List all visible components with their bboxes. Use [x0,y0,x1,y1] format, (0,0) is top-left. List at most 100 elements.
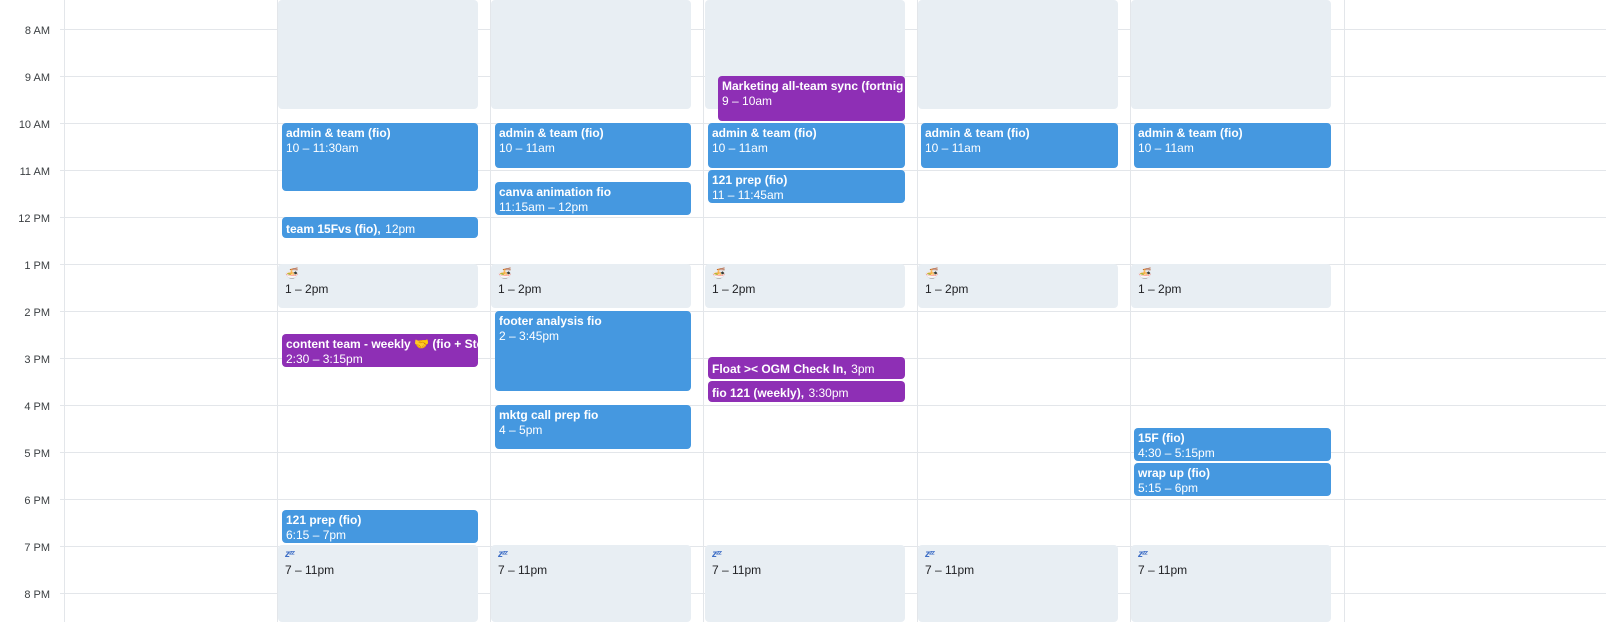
event-time: 11 – 11:45am [712,188,784,202]
lunch-blocked-time[interactable]: 🍜 1 – 2pm [705,264,905,308]
event-canva-animation[interactable]: canva animation fio 11:15am – 12pm [495,182,691,215]
sleep-blocked-time[interactable]: zᶻᶻ 7 – 11pm [278,545,478,622]
time-label: 12 PM [18,213,50,225]
event-fio-121-weekly[interactable]: fio 121 (weekly), 3:30pm [708,381,905,402]
time-label: 4 PM [24,401,50,413]
lunch-blocked-time[interactable]: 🍜 1 – 2pm [918,264,1118,308]
block-time: 1 – 2pm [1138,282,1182,296]
event-marketing-all-team-sync[interactable]: Marketing all-team sync (fortnig 9 – 10a… [718,76,905,121]
event-time: 10 – 11am [712,141,768,155]
time-label: 3 PM [24,354,50,366]
event-time: 10 – 11am [925,141,981,155]
day-column-divider [1344,0,1345,622]
event-title: admin & team (fio) [499,126,604,140]
event-admin-team[interactable]: admin & team (fio) 10 – 11am [495,123,691,168]
event-title: admin & team (fio) [1138,126,1243,140]
block-time: 1 – 2pm [712,282,756,296]
event-content-team-weekly[interactable]: content team - weekly 🤝 (fio + Ste 2:30 … [282,334,478,367]
bowl-emoji-icon: 🍜 [712,268,726,280]
event-time: 3pm [851,362,875,376]
hour-gridline [60,311,1606,312]
sleep-blocked-time[interactable]: zᶻᶻ 7 – 11pm [1131,545,1331,622]
event-admin-team[interactable]: admin & team (fio) 10 – 11am [1134,123,1331,168]
event-121-prep[interactable]: 121 prep (fio) 11 – 11:45am [708,170,905,203]
zzz-emoji-icon: zᶻᶻ [712,549,722,560]
zzz-emoji-icon: zᶻᶻ [1138,549,1148,560]
event-time: 10 – 11:30am [286,141,359,155]
calendar-week-grid: 8 AM 9 AM 10 AM 11 AM 12 PM 1 PM 2 PM 3 … [0,0,1606,622]
event-time: 9 – 10am [722,94,773,108]
block-time: 1 – 2pm [498,282,542,296]
bowl-emoji-icon: 🍜 [498,268,512,280]
sleep-blocked-time[interactable]: zᶻᶻ 7 – 11pm [918,545,1118,622]
block-time: 7 – 11pm [285,563,335,577]
event-title: team 15Fvs (fio), [286,222,381,236]
event-team-15fvs[interactable]: team 15Fvs (fio), 12pm [282,217,478,238]
lunch-blocked-time[interactable]: 🍜 1 – 2pm [278,264,478,308]
block-time: 7 – 11pm [498,563,548,577]
event-time: 12pm [385,222,416,236]
event-admin-team[interactable]: admin & team (fio) 10 – 11am [921,123,1118,168]
morning-blocked-time[interactable] [278,0,478,109]
event-title: Marketing all-team sync (fortnig [722,79,904,93]
event-title: fio 121 (weekly), [712,386,805,400]
block-time: 7 – 11pm [925,563,975,577]
event-title: Float >< OGM Check In, [712,362,847,376]
event-time: 10 – 11am [499,141,555,155]
time-label: 6 PM [24,495,50,507]
bowl-emoji-icon: 🍜 [285,268,299,280]
event-footer-analysis[interactable]: footer analysis fio 2 – 3:45pm [495,311,691,391]
time-label: 8 AM [24,25,50,37]
day-column-divider [703,0,704,622]
bowl-emoji-icon: 🍜 [925,268,939,280]
lunch-blocked-time[interactable]: 🍜 1 – 2pm [1131,264,1331,308]
event-15f[interactable]: 15F (fio) 4:30 – 5:15pm [1134,428,1331,461]
sleep-blocked-time[interactable]: zᶻᶻ 7 – 11pm [491,545,691,622]
event-title: admin & team (fio) [712,126,817,140]
zzz-emoji-icon: zᶻᶻ [498,549,508,560]
time-label: 9 AM [24,72,50,84]
event-admin-team[interactable]: admin & team (fio) 10 – 11:30am [282,123,478,191]
event-title: content team - weekly 🤝 (fio + Ste [286,337,478,351]
block-time: 7 – 11pm [712,563,762,577]
time-label: 10 AM [18,119,50,131]
block-time: 1 – 2pm [925,282,969,296]
time-label: 1 PM [24,260,50,272]
time-label: 11 AM [19,166,50,178]
event-time: 11:15am – 12pm [499,200,589,214]
event-time: 4:30 – 5:15pm [1138,446,1215,460]
event-time: 5:15 – 6pm [1138,481,1199,495]
sleep-blocked-time[interactable]: zᶻᶻ 7 – 11pm [705,545,905,622]
event-title: wrap up (fio) [1138,466,1210,480]
event-title: admin & team (fio) [925,126,1030,140]
morning-blocked-time[interactable] [918,0,1118,109]
event-time: 2 – 3:45pm [499,329,560,343]
zzz-emoji-icon: zᶻᶻ [285,549,295,560]
event-time: 4 – 5pm [499,423,543,437]
event-admin-team[interactable]: admin & team (fio) 10 – 11am [708,123,905,168]
event-float-ogm-check-in[interactable]: Float >< OGM Check In, 3pm [708,357,905,379]
event-wrap-up[interactable]: wrap up (fio) 5:15 – 6pm [1134,463,1331,496]
event-title: 15F (fio) [1138,431,1185,445]
event-mktg-call-prep[interactable]: mktg call prep fio 4 – 5pm [495,405,691,449]
event-121-prep[interactable]: 121 prep (fio) 6:15 – 7pm [282,510,478,543]
time-label: 2 PM [24,307,50,319]
hour-gridline [60,452,1606,453]
zzz-emoji-icon: zᶻᶻ [925,549,935,560]
block-time: 1 – 2pm [285,282,329,296]
event-title: mktg call prep fio [499,408,599,422]
event-title: admin & team (fio) [286,126,391,140]
hour-gridline [60,499,1606,500]
event-title: canva animation fio [499,185,612,199]
time-label: 5 PM [24,448,50,460]
hour-gridline [60,405,1606,406]
block-time: 7 – 11pm [1138,563,1188,577]
morning-blocked-time[interactable] [1131,0,1331,109]
morning-blocked-time[interactable] [491,0,691,109]
event-title: 121 prep (fio) [286,513,362,527]
lunch-blocked-time[interactable]: 🍜 1 – 2pm [491,264,691,308]
day-column-divider [64,0,65,622]
event-time: 6:15 – 7pm [286,528,347,542]
time-label: 7 PM [24,542,50,554]
event-time: 2:30 – 3:15pm [286,352,363,366]
